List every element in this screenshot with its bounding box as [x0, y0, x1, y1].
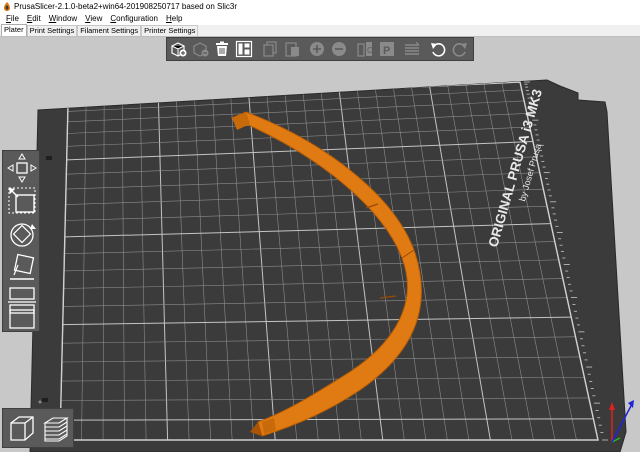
rotate-icon[interactable]	[6, 219, 38, 249]
copy-button[interactable]	[261, 39, 279, 59]
bed-scene: ORIGINAL PRUSA i3 MK3 by Josef Prusa	[29, 79, 634, 452]
view-toolbar	[2, 408, 74, 448]
arrange-icon	[235, 40, 253, 58]
copy-icon	[262, 41, 277, 57]
add-button[interactable]	[169, 39, 187, 59]
tab-plater[interactable]: Plater	[1, 24, 27, 36]
delete-all-icon	[216, 41, 228, 56]
place-on-face-icon[interactable]	[6, 253, 38, 283]
tab-printer-settings[interactable]: Printer Settings	[141, 25, 199, 36]
undo-icon	[430, 43, 446, 57]
remove-instance-button[interactable]	[330, 39, 348, 59]
add-icon	[171, 42, 187, 57]
move-icon[interactable]	[6, 153, 38, 183]
plater-toolbar: O P	[166, 37, 474, 61]
delete-all-button[interactable]	[213, 39, 231, 59]
add-instance-icon	[310, 42, 325, 56]
bed-notch-bottom	[42, 398, 48, 402]
menu-help[interactable]: Help	[162, 13, 186, 25]
menu-view[interactable]: View	[81, 13, 106, 25]
menu-configuration-label: onfiguration	[116, 14, 158, 23]
menu-edit-label: dit	[32, 14, 41, 23]
3d-viewport[interactable]: ORIGINAL PRUSA i3 MK3 by Josef Prusa	[0, 37, 640, 452]
layers-editing-button[interactable]	[403, 39, 421, 59]
paste-icon	[284, 42, 299, 57]
tab-filament-settings[interactable]: Filament Settings	[77, 25, 142, 36]
layers-editing-icon	[405, 41, 420, 55]
paste-button[interactable]	[283, 39, 301, 59]
gizmo-toolbar	[2, 150, 40, 332]
svg-text:P: P	[383, 45, 390, 57]
menu-window-label: indow	[56, 14, 78, 23]
split-objects-button[interactable]: O	[356, 39, 374, 59]
sla-supports-icon[interactable]	[6, 307, 38, 337]
bed-hole	[38, 400, 42, 404]
layers-preview-icon[interactable]	[41, 413, 71, 445]
svg-text:O: O	[367, 46, 373, 55]
menu-window[interactable]: Window	[45, 13, 81, 25]
menu-bar: File Edit Window View Configuration Help	[0, 13, 640, 25]
redo-button[interactable]	[451, 39, 469, 59]
app-icon	[4, 2, 10, 11]
split-parts-button[interactable]: P	[378, 39, 396, 59]
tab-bar: Plater Print Settings Filament Settings …	[0, 24, 640, 37]
3d-view-icon[interactable]	[7, 413, 37, 445]
window-title: PrusaSlicer-2.1.0-beta2+win64-2019082507…	[14, 2, 238, 11]
arrange-button[interactable]	[235, 39, 253, 59]
undo-button[interactable]	[429, 39, 447, 59]
delete-icon	[193, 42, 209, 57]
split-objects-icon: O	[357, 42, 373, 57]
menu-configuration[interactable]: Configuration	[106, 13, 162, 25]
redo-icon	[452, 43, 467, 57]
scale-icon[interactable]	[6, 185, 38, 215]
tab-print-settings[interactable]: Print Settings	[26, 25, 78, 36]
menu-view-label: iew	[90, 14, 103, 23]
delete-button[interactable]	[191, 39, 209, 59]
bed-notch-top	[46, 156, 52, 160]
menu-file-label: ile	[10, 14, 19, 23]
title-bar: PrusaSlicer-2.1.0-beta2+win64-2019082507…	[0, 0, 640, 13]
split-parts-icon: P	[379, 42, 394, 57]
remove-instance-icon	[332, 42, 347, 56]
add-instance-button[interactable]	[308, 39, 326, 59]
menu-help-label: elp	[171, 14, 183, 23]
